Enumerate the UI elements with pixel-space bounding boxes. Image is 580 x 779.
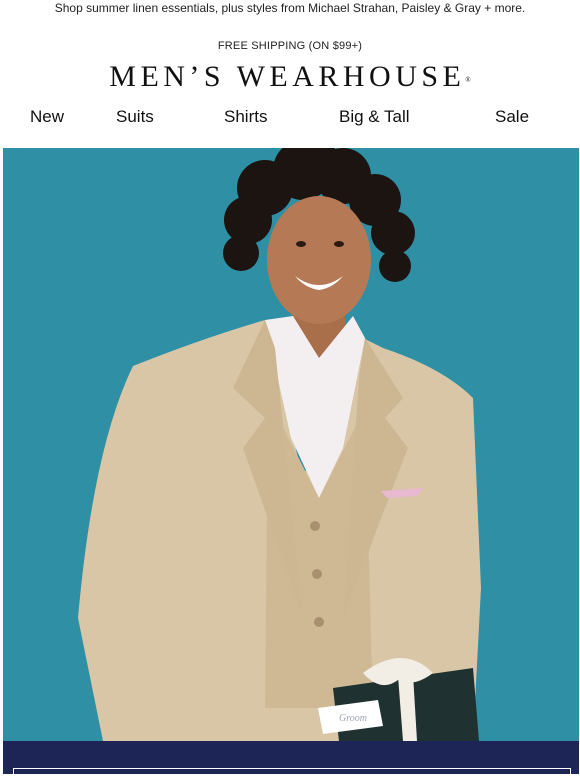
face xyxy=(267,196,371,324)
nav-item-suits[interactable]: Suits xyxy=(116,106,154,128)
brand-logo[interactable]: MEN’S WEARHOUSE® xyxy=(0,60,580,94)
free-shipping-text[interactable]: FREE SHIPPING (ON $99+) xyxy=(0,39,580,53)
promo-banner[interactable] xyxy=(3,741,579,779)
right-eye xyxy=(334,241,344,247)
gift-tag-text: Groom xyxy=(339,713,367,724)
hero-image[interactable]: Groom xyxy=(3,148,579,741)
nav-item-big-and-tall[interactable]: Big & Tall xyxy=(339,106,410,128)
nav-item-new[interactable]: New xyxy=(30,106,64,128)
brand-logo-text: MEN’S WEARHOUSE xyxy=(109,60,466,93)
hero-illustration: Groom xyxy=(3,148,579,741)
left-eye xyxy=(296,241,306,247)
nav-item-sale[interactable]: Sale xyxy=(495,106,529,128)
preheader-text: Shop summer linen essentials, plus style… xyxy=(54,1,526,15)
registered-mark: ® xyxy=(465,76,471,84)
nav-item-shirts[interactable]: Shirts xyxy=(224,106,267,128)
main-nav: New Suits Shirts Big & Tall Sale xyxy=(0,106,580,130)
